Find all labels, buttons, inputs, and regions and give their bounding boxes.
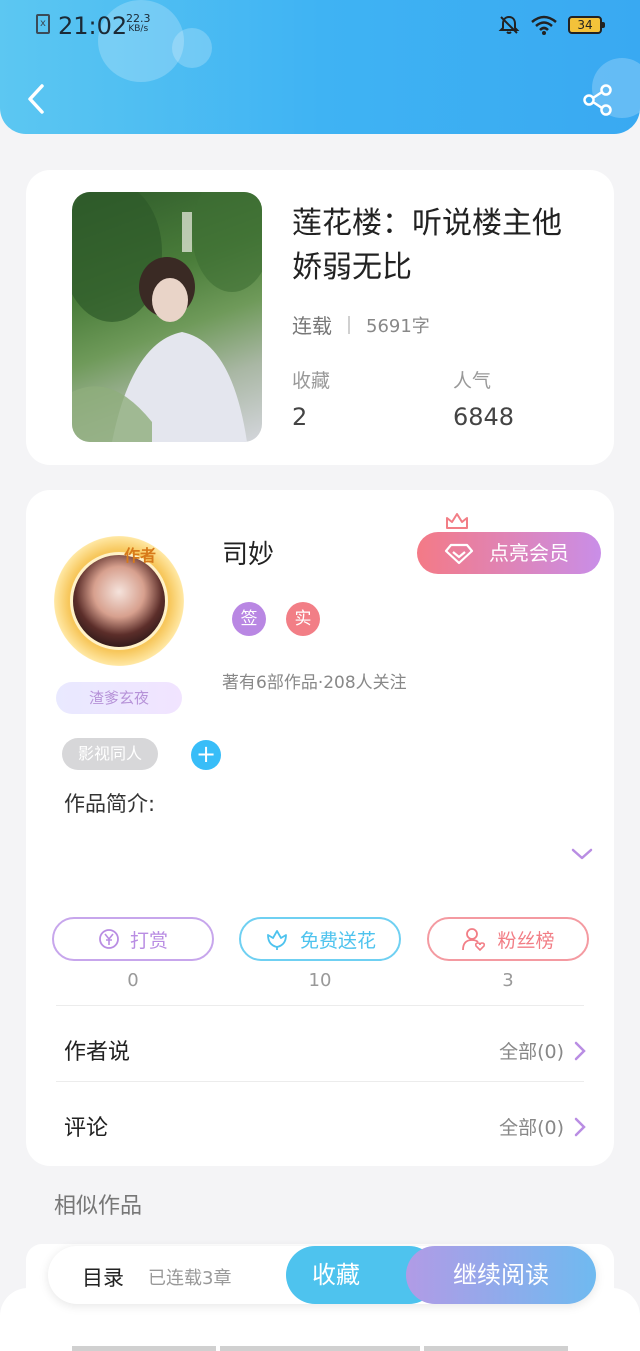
avatar [70, 552, 168, 650]
sheet-tab-indicator [72, 1346, 216, 1351]
sheet-tab-indicator [220, 1346, 420, 1351]
wifi-icon [531, 15, 557, 35]
book-meta: 连载 5691字 [292, 310, 430, 339]
send-flower-label: 免费送花 [299, 929, 376, 952]
fans-icon [462, 928, 486, 952]
catalog-button[interactable]: 目录 [82, 1262, 124, 1292]
nickname-tag: 渣爹玄夜 [56, 682, 182, 714]
continue-reading-button[interactable]: 继续阅读 [406, 1246, 596, 1304]
flower-icon [267, 930, 287, 950]
genre-tag[interactable]: 影视同人 [62, 738, 158, 770]
network-speed-unit: KB/s [128, 24, 149, 34]
author-says-count: 全部(0) [499, 1041, 564, 1063]
divider [56, 1005, 584, 1006]
book-title: 莲花楼：听说楼主他娇弱无比 [292, 206, 562, 285]
flower-count: 10 [308, 970, 332, 991]
author-says-label: 作者说 [64, 1040, 131, 1065]
status-time: 21:02 [58, 12, 128, 40]
add-tag-button[interactable]: + [191, 740, 221, 770]
network-speed: 22.3 KB/s [126, 13, 151, 35]
tip-count: 0 [127, 970, 139, 991]
bottom-action-bar: 目录 已连载3章 收藏 继续阅读 [48, 1246, 596, 1304]
sim-icon: x [36, 14, 50, 34]
network-speed-value: 22.3 [126, 12, 151, 25]
book-cover[interactable] [72, 192, 262, 442]
book-status: 连载 [292, 314, 332, 338]
chevron-down-icon[interactable] [570, 846, 594, 862]
mute-bell-icon [498, 15, 520, 34]
book-info-card: 莲花楼：听说楼主他娇弱无比 连载 5691字 收藏 2 人气 6848 [26, 170, 614, 465]
chevron-right-icon [574, 1117, 586, 1136]
synopsis-label: 作品简介: [64, 792, 156, 816]
author-stats: 著有6部作品·208人关注 [222, 673, 407, 693]
book-word-count: 5691字 [366, 315, 430, 337]
meta-divider [348, 315, 350, 334]
tip-button[interactable]: 打赏 [52, 917, 214, 961]
cover-art [72, 192, 262, 442]
comments-link[interactable]: 全部(0) [499, 1113, 586, 1140]
comments-count: 全部(0) [499, 1117, 564, 1139]
popularity-stat: 人气 6848 [453, 366, 514, 431]
battery-icon: 34 [568, 16, 605, 34]
author-says-link[interactable]: 全部(0) [499, 1037, 586, 1064]
chapter-count: 已连载3章 [148, 1268, 232, 1289]
author-card: 作者 渣爹玄夜 司妙 点亮会员 签 实 著有6部作品·208人关注 影视同人 +… [26, 490, 614, 1166]
diamond-icon [444, 543, 474, 565]
author-name[interactable]: 司妙 [222, 534, 274, 571]
header: x 21:02 22.3 KB/s 34 [0, 0, 640, 134]
author-badge: 作者 [124, 546, 157, 565]
chevron-right-icon [574, 1041, 586, 1060]
sheet-tab-indicator [424, 1346, 568, 1351]
crown-icon [446, 513, 468, 529]
status-bar: x 21:02 22.3 KB/s 34 [0, 10, 640, 42]
back-icon[interactable] [22, 82, 52, 116]
fan-count: 3 [502, 970, 514, 991]
author-avatar-frame[interactable]: 作者 [54, 536, 184, 666]
similar-works-label: 相似作品 [54, 1194, 143, 1219]
popularity-label: 人气 [453, 370, 492, 392]
tip-label: 打赏 [129, 929, 168, 952]
yen-icon [99, 929, 119, 949]
popularity-value: 6848 [453, 403, 515, 431]
comments-label: 评论 [64, 1116, 109, 1141]
favorites-label: 收藏 [292, 370, 331, 392]
share-icon[interactable] [582, 84, 614, 116]
verified-badge: 实 [286, 602, 320, 636]
favorites-value: 2 [292, 403, 308, 431]
send-flower-button[interactable]: 免费送花 [239, 917, 401, 961]
fan-ranking-button[interactable]: 粉丝榜 [427, 917, 589, 961]
favorites-stat: 收藏 2 [292, 366, 330, 431]
divider [56, 1081, 584, 1082]
fan-ranking-label: 粉丝榜 [497, 929, 555, 952]
status-icons: 34 [498, 14, 605, 36]
signed-badge: 签 [232, 602, 266, 636]
